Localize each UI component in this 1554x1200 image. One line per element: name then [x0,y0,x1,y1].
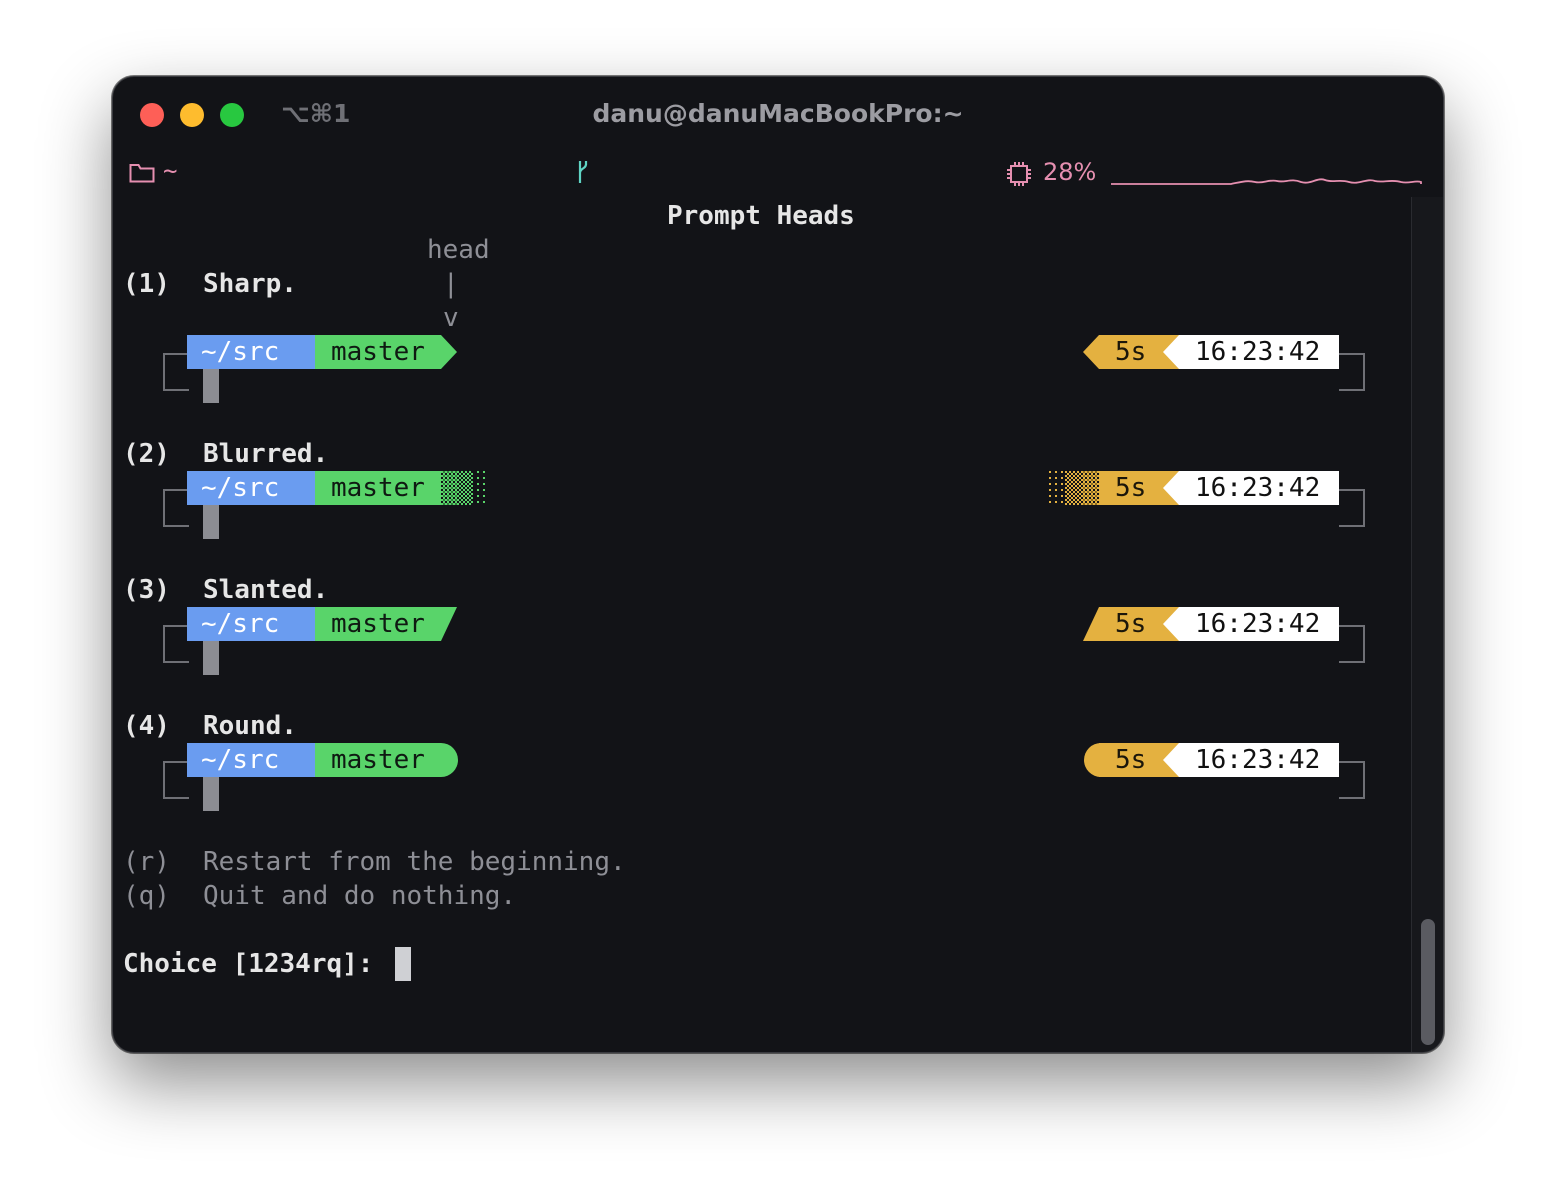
separator-arrow-right [1163,743,1179,777]
option-label: Slanted. [203,575,329,605]
screen-heading: Prompt Heads [667,201,855,231]
duration-text: 5s [1115,337,1147,367]
input-cursor[interactable] [395,947,411,981]
head-blurred [441,471,489,505]
head-slanted [441,607,457,641]
terminal-window: ⌥⌘1 danu@danuMacBookPro:~ ~ 28% Prompt H… [112,76,1444,1053]
duration-text: 5s [1115,609,1147,639]
option-key: (4) [123,711,170,741]
dir-segment: ~/src [187,335,315,369]
time-text: 16:23:42 [1195,745,1321,775]
prompt-frame-right [1339,625,1365,663]
cpu-sparkline [1111,178,1422,185]
cpu-icon [1007,162,1031,186]
branch-segment: master [315,607,441,641]
branch-segment: master [315,743,441,777]
prompt-frame-right [1339,353,1365,391]
option-label: Quit and do nothing. [203,881,517,911]
head-annotation-arrow: v [443,303,459,333]
separator-arrow-right [1163,607,1179,641]
folder-icon [129,164,155,183]
time-segment: 16:23:42 [1179,471,1339,505]
option-key: (1) [123,269,170,299]
cursor-block [203,369,219,403]
duration-text: 5s [1115,473,1147,503]
cursor-block [203,641,219,675]
title-bar: ⌥⌘1 danu@danuMacBookPro:~ [113,77,1443,153]
time-segment: 16:23:42 [1179,743,1339,777]
option-key: (q) [123,881,170,911]
branch-segment: master [315,471,441,505]
prompt-frame-left [163,625,189,663]
option-label: Blurred. [203,439,329,469]
status-cwd: ~ [163,157,178,185]
prompt-frame-left [163,761,189,799]
time-segment: 16:23:42 [1179,335,1339,369]
branch-text: master [331,337,425,367]
head-sharp [441,335,457,369]
option-label: Sharp. [203,269,297,299]
dir-text: ~/src [201,473,280,503]
time-segment: 16:23:42 [1179,607,1339,641]
dir-text: ~/src [201,745,280,775]
option-key: (3) [123,575,170,605]
dir-text: ~/src [201,609,280,639]
dir-text: ~/src [201,337,280,367]
cursor-block [203,777,219,811]
separator-arrow-right [1163,335,1179,369]
branch-text: master [331,473,425,503]
prompt-frame-left [163,353,189,391]
option-key: (2) [123,439,170,469]
git-branch-icon [578,161,588,183]
head-round [441,743,458,777]
tail-blurred [1049,471,1099,505]
separator-arrow-right [1163,471,1179,505]
cursor-block [203,505,219,539]
cpu-usage: 28% [1043,158,1097,186]
prompt-frame-left [163,489,189,527]
time-text: 16:23:42 [1195,473,1321,503]
head-annotation-text: head [427,235,490,265]
prompt-frame-right [1339,489,1365,527]
time-text: 16:23:42 [1195,609,1321,639]
prompt-frame-right [1339,761,1365,799]
option-key: (r) [123,847,170,877]
choice-prompt: Choice [1234rq]: [123,949,390,979]
status-bar: ~ 28% [113,153,1443,193]
dir-segment: ~/src [187,743,315,777]
branch-segment: master [315,335,441,369]
branch-text: master [331,609,425,639]
branch-text: master [331,745,425,775]
duration-text: 5s [1115,745,1147,775]
dir-segment: ~/src [187,471,315,505]
scrollbar-thumb[interactable] [1421,919,1435,1045]
dir-segment: ~/src [187,607,315,641]
option-label: Round. [203,711,297,741]
time-text: 16:23:42 [1195,337,1321,367]
option-label: Restart from the beginning. [203,847,626,877]
head-annotation-bar: | [443,269,459,299]
window-title: danu@danuMacBookPro:~ [592,99,964,128]
